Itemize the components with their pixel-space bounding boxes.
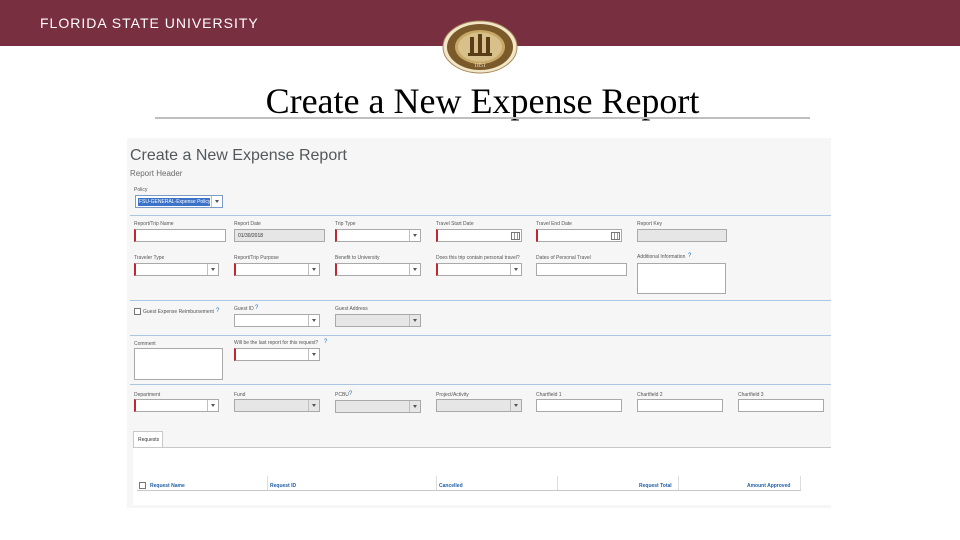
- column-divider: [557, 476, 558, 490]
- trip-type-select[interactable]: [335, 229, 421, 242]
- help-icon[interactable]: ?: [324, 339, 327, 345]
- chevron-down-icon: [308, 349, 319, 360]
- chevron-down-icon: [211, 196, 222, 207]
- chartfield-2-input[interactable]: [637, 399, 723, 412]
- chevron-down-icon: [409, 230, 420, 241]
- travel-start-label: Travel Start Date: [436, 221, 474, 227]
- report-key-field: [637, 229, 727, 242]
- expense-report-screenshot: Create a New Expense Report Report Heade…: [127, 138, 831, 508]
- fund-select: [234, 399, 320, 412]
- chevron-down-icon: [510, 400, 521, 411]
- report-date-value: 01/30/2018: [238, 233, 264, 239]
- column-cancelled[interactable]: Cancelled: [439, 483, 463, 489]
- guest-address-select: [335, 314, 421, 327]
- chevron-down-icon: [308, 400, 319, 411]
- table-header-rule: [137, 490, 801, 491]
- policy-selected-value: FSU-GENERAL-Expense Policy: [138, 198, 210, 206]
- department-select[interactable]: [134, 399, 219, 412]
- travel-start-input[interactable]: [436, 229, 522, 242]
- column-request-id[interactable]: Request ID: [270, 483, 296, 489]
- help-icon[interactable]: ?: [216, 308, 219, 314]
- university-seal-logo: 1851: [442, 20, 518, 74]
- section-divider: [130, 384, 831, 385]
- chevron-down-icon: [308, 264, 319, 275]
- trip-purpose-label: Report/Trip Purpose: [234, 255, 279, 261]
- comment-label: Comment: [134, 341, 156, 347]
- project-select: [436, 399, 522, 412]
- department-label: Department: [134, 392, 161, 398]
- column-amount-approved[interactable]: Amount Approved: [747, 483, 790, 489]
- slide-title: Create a New Expense Report: [265, 81, 700, 121]
- guest-reimb-label: Guest Expense Reimbursement: [143, 309, 214, 315]
- report-key-label: Report Key: [637, 221, 663, 227]
- calendar-icon[interactable]: [611, 232, 620, 240]
- additional-info-textarea[interactable]: [637, 263, 726, 294]
- travel-end-input[interactable]: [536, 229, 622, 242]
- chartfield-2-label: Chartfield 2: [637, 392, 663, 398]
- traveler-type-select[interactable]: [134, 263, 219, 276]
- pcbu-label: PCBU: [335, 392, 349, 398]
- chartfield-1-label: Chartfield 1: [536, 392, 562, 398]
- fund-label: Fund: [234, 392, 246, 398]
- section-divider: [130, 300, 831, 301]
- personal-dates-label: Dates of Personal Travel: [536, 255, 591, 261]
- chevron-down-icon: [409, 264, 420, 275]
- chevron-down-icon: [207, 400, 218, 411]
- last-report-label: Will be the last report for this request…: [234, 340, 319, 346]
- guest-id-select[interactable]: [234, 314, 320, 327]
- personal-travel-select[interactable]: [436, 263, 522, 276]
- tab-requests[interactable]: Requests: [133, 431, 163, 447]
- last-report-select[interactable]: [234, 348, 320, 361]
- column-request-total[interactable]: Request Total: [639, 483, 672, 489]
- chevron-down-icon: [510, 264, 521, 275]
- help-icon[interactable]: ?: [255, 305, 258, 311]
- title-underline: [155, 117, 810, 119]
- section-divider: [130, 215, 831, 216]
- column-divider: [800, 476, 801, 490]
- traveler-type-label: Traveler Type: [134, 255, 165, 261]
- calendar-icon[interactable]: [511, 232, 520, 240]
- column-request-name[interactable]: Request Name: [150, 483, 185, 489]
- benefit-select[interactable]: [335, 263, 421, 276]
- chevron-down-icon: [409, 401, 420, 412]
- column-divider: [678, 476, 679, 490]
- report-name-label: Report/Trip Name: [134, 221, 174, 227]
- chartfield-3-label: Chartfield 3: [738, 392, 764, 398]
- guest-address-label: Guest Address: [335, 306, 368, 312]
- report-date-label: Report Date: [234, 221, 261, 227]
- help-icon[interactable]: ?: [349, 391, 352, 397]
- column-divider: [436, 476, 437, 490]
- chartfield-3-input[interactable]: [738, 399, 824, 412]
- help-icon[interactable]: ?: [688, 253, 691, 259]
- trip-purpose-select[interactable]: [234, 263, 320, 276]
- travel-end-label: Travel End Date: [536, 221, 572, 227]
- guest-id-label: Guest ID: [234, 306, 254, 312]
- project-label: Project/Activity: [436, 392, 469, 398]
- pcbu-select: [335, 400, 421, 413]
- chevron-down-icon: [207, 264, 218, 275]
- benefit-label: Benefit to University: [335, 255, 380, 261]
- section-divider: [130, 335, 831, 336]
- form-title: Create a New Expense Report: [130, 147, 347, 164]
- policy-label: Policy: [134, 187, 148, 193]
- chevron-down-icon: [308, 315, 319, 326]
- comment-textarea[interactable]: [134, 348, 223, 380]
- chartfield-1-input[interactable]: [536, 399, 622, 412]
- trip-type-label: Trip Type: [335, 221, 356, 227]
- column-divider: [267, 476, 268, 490]
- form-subtitle: Report Header: [130, 169, 183, 178]
- university-wordmark: FLORIDA STATE UNIVERSITY: [40, 15, 259, 31]
- chevron-down-icon: [409, 315, 420, 326]
- personal-travel-label: Does this trip contain personal travel?: [436, 255, 520, 261]
- seal-year: 1851: [474, 63, 486, 69]
- report-name-input[interactable]: [134, 229, 226, 242]
- additional-info-label: Additional Information: [637, 254, 686, 260]
- requests-panel: [133, 447, 831, 505]
- select-all-checkbox[interactable]: [139, 482, 146, 489]
- guest-reimb-checkbox[interactable]: [134, 308, 141, 315]
- policy-select[interactable]: FSU-GENERAL-Expense Policy: [135, 195, 223, 208]
- report-date-field: 01/30/2018: [234, 229, 325, 242]
- personal-dates-input[interactable]: [536, 263, 627, 276]
